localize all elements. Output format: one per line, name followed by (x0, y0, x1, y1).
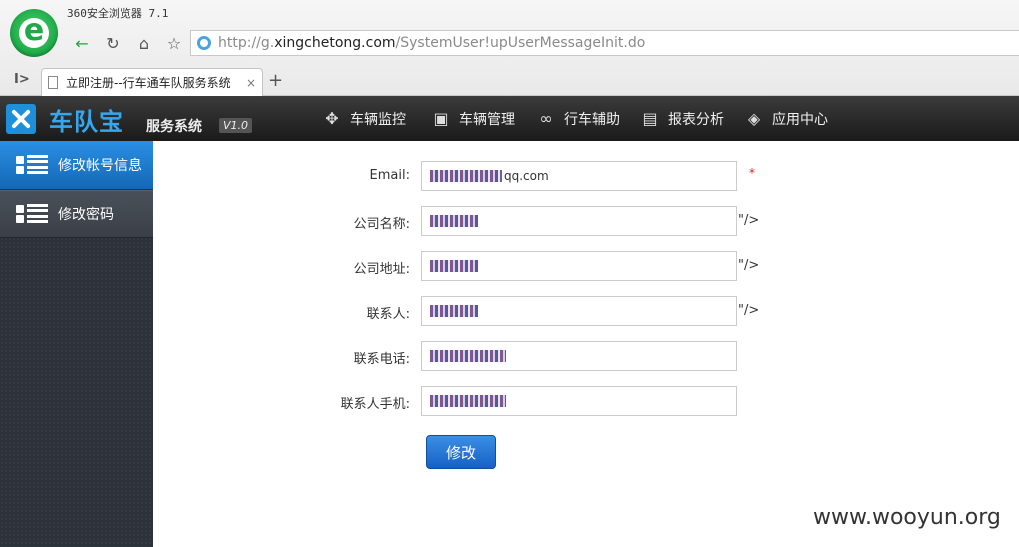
stray-markup-text: "/> (738, 258, 760, 273)
redacted-value (430, 350, 506, 362)
redacted-value (430, 305, 478, 317)
mobile-field[interactable] (421, 386, 737, 416)
sidebar-item-label: 修改帐号信息 (58, 158, 142, 174)
company-address-row: 公司地址: "/> (300, 251, 1000, 281)
address-bar[interactable]: http://g.xingchetong.com/SystemUser!upUs… (190, 30, 1019, 56)
tab-active[interactable]: 立即注册--行车通车队服务系统 × (41, 68, 263, 96)
menu-report-analysis[interactable]: ▤ 报表分析 (640, 96, 724, 141)
new-tab-button[interactable]: + (268, 70, 283, 91)
tab-title: 立即注册--行车通车队服务系统 (66, 76, 231, 90)
puzzle-icon: ◈ (747, 108, 761, 128)
menu-label: 报表分析 (668, 111, 724, 128)
sidebar-item-change-password[interactable]: 修改密码 (0, 190, 153, 238)
left-sidebar: 修改帐号信息 修改密码 (0, 141, 153, 547)
system-subtitle: 服务系统 (146, 119, 202, 135)
menu-label: 行车辅助 (564, 111, 620, 128)
report-icon: ▤ (642, 108, 658, 128)
tab-close-icon[interactable]: × (246, 76, 256, 90)
email-label: Email: (369, 168, 410, 183)
version-badge: V1.0 (219, 118, 253, 133)
truck-icon: ▣ (433, 108, 449, 128)
browser-chrome: 360安全浏览器 7.1 ← ↻ ⌂ ☆ http://g.xingcheton… (0, 0, 1019, 96)
link-icon: ∞ (539, 108, 553, 128)
star-icon[interactable]: ☆ (162, 32, 186, 54)
menu-label: 车辆监控 (350, 111, 406, 128)
tab-strip: I> 立即注册--行车通车队服务系统 × + (0, 66, 1019, 96)
url-text: http://g.xingchetong.com/SystemUser!upUs… (218, 35, 646, 51)
mobile-row: 联系人手机: (300, 386, 1000, 416)
company-name-row: 公司名称: "/> (300, 206, 1000, 236)
company-address-label: 公司地址: (353, 262, 410, 277)
brand-name: 车队宝 (49, 108, 124, 136)
refresh-icon[interactable]: ↻ (101, 32, 125, 54)
company-name-field[interactable] (421, 206, 737, 236)
list-icon (16, 155, 48, 175)
sidebar-item-label: 修改密码 (58, 207, 114, 223)
menu-app-center[interactable]: ◈ 应用中心 (744, 96, 828, 141)
browser-logo-icon (10, 9, 58, 57)
email-row: Email: qq.com * (300, 161, 1000, 191)
submit-button[interactable]: 修改 (426, 435, 496, 469)
menu-vehicle-manage[interactable]: ▣ 车辆管理 (431, 96, 515, 141)
required-marker: * (749, 166, 755, 180)
sidebar-toggle-icon[interactable]: I> (14, 72, 30, 87)
company-name-label: 公司名称: (353, 217, 410, 232)
redacted-value (430, 215, 478, 227)
move-arrows-icon: ✥ (325, 108, 339, 128)
menu-vehicle-monitor[interactable]: ✥ 车辆监控 (322, 96, 406, 141)
redacted-value (430, 395, 506, 407)
globe-icon (197, 36, 211, 50)
stray-markup-text: "/> (738, 303, 760, 318)
mobile-label: 联系人手机: (340, 397, 410, 412)
brand-logo-icon (6, 104, 36, 134)
phone-label: 联系电话: (353, 352, 410, 367)
document-icon (48, 76, 58, 89)
company-address-field[interactable] (421, 251, 737, 281)
stray-markup-text: "/> (738, 213, 760, 228)
contact-row: 联系人: "/> (300, 296, 1000, 326)
phone-field[interactable] (421, 341, 737, 371)
redacted-value (430, 260, 478, 272)
redacted-value (430, 170, 502, 182)
back-arrow-icon[interactable]: ← (70, 32, 94, 54)
list-icon (16, 204, 48, 224)
menu-label: 应用中心 (772, 111, 828, 128)
phone-row: 联系电话: (300, 341, 1000, 371)
menu-driving-assist[interactable]: ∞ 行车辅助 (536, 96, 620, 141)
window-title: 360安全浏览器 7.1 (67, 7, 169, 20)
home-icon[interactable]: ⌂ (132, 32, 156, 54)
app-header: 车队宝 服务系统 V1.0 ✥ 车辆监控 ▣ 车辆管理 ∞ 行车辅助 ▤ 报表分… (0, 96, 1019, 141)
sidebar-item-edit-account[interactable]: 修改帐号信息 (0, 141, 153, 189)
menu-label: 车辆管理 (459, 111, 515, 128)
contact-label: 联系人: (366, 307, 410, 322)
watermark: www.wooyun.org (813, 505, 1001, 530)
contact-field[interactable] (421, 296, 737, 326)
email-field[interactable]: qq.com (421, 161, 737, 191)
